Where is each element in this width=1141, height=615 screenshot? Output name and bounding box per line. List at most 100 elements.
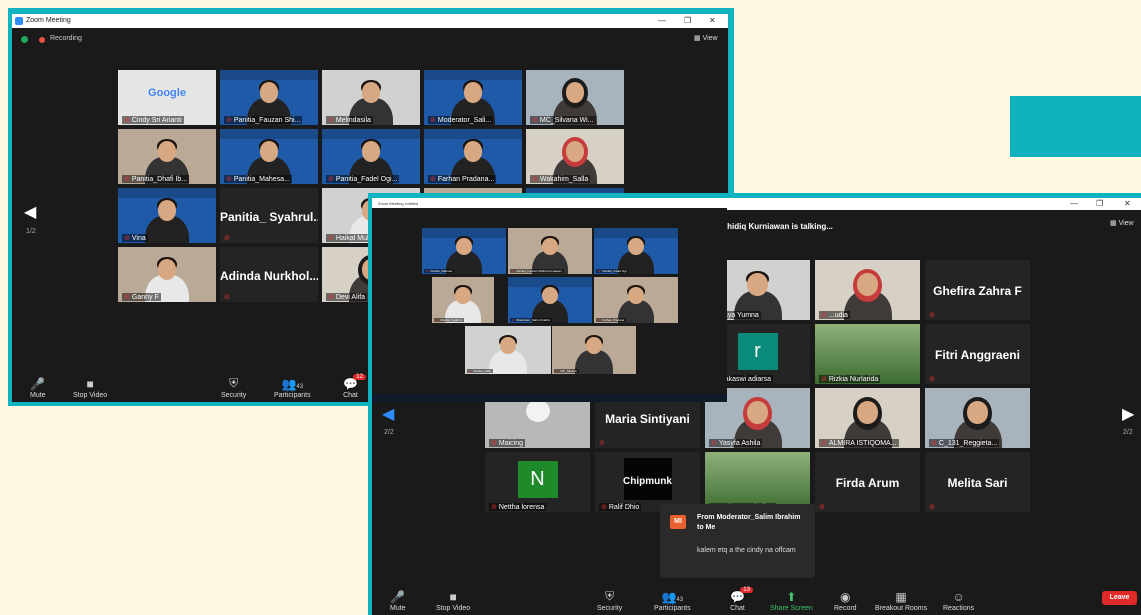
video-tile[interactable]: ⊘ Farhan Pradana... [424, 129, 522, 184]
video-tile[interactable]: ⊘Panitia_hilda [465, 326, 551, 374]
video-tile[interactable]: ⊘ Panitia_Mahesa... [220, 129, 318, 184]
muted-mic-icon: ⊘ [328, 117, 334, 124]
minimize-button[interactable]: — [1070, 198, 1078, 211]
video-feed [508, 228, 592, 274]
chat-button[interactable]: 💬 12 Chat [343, 374, 366, 399]
video-tile[interactable]: Panitia_ Syahrul... ⊘ [220, 188, 318, 243]
video-tile[interactable]: ⊘ Panitia_Dhafi Ib... [118, 129, 216, 184]
maximize-button[interactable]: ❐ [684, 14, 691, 28]
teal-decoration [1010, 96, 1141, 157]
participant-name-text: Panitia_Fadel Ogi... [335, 176, 398, 183]
video-tile[interactable]: ⊘ Moderator_Salim Ibrahim [508, 277, 592, 323]
share-screen-button[interactable]: ⬆ Share Screen [770, 590, 813, 612]
video-tile[interactable]: Adinda Nurkhol... ⊘ [220, 247, 318, 302]
page-indicator: 1/2 [26, 228, 36, 235]
previous-page-arrow[interactable]: ◀ [24, 202, 36, 222]
close-button[interactable]: ✕ [1124, 198, 1131, 211]
participant-name: ⊘ Maicing [489, 439, 525, 447]
face-shape [259, 82, 279, 103]
minimize-button[interactable]: — [658, 14, 666, 28]
participant-name-text: Moderator_Sali... [437, 117, 492, 124]
stop-video-button[interactable]: ■ Stop Video [436, 590, 470, 612]
participants-button[interactable]: 👥43 Participants [654, 590, 691, 612]
video-tile[interactable]: ⊘ Rizkia Nurlarida [815, 324, 920, 384]
video-feed [594, 277, 678, 323]
video-tile[interactable]: ⊘ Panitia_Fadel Ogi [594, 228, 678, 274]
video-tile[interactable]: ⊘ ...udia [815, 260, 920, 320]
breakout-rooms-button[interactable]: ▦ Breakout Rooms [875, 590, 927, 612]
video-tile[interactable]: ⊘ MC_Silvana [552, 326, 636, 374]
chat-popup[interactable]: MI From Moderator_Salim Ibrahim to Me ka… [660, 504, 815, 578]
muted-mic-icon: ⊘ [512, 269, 515, 273]
view-button[interactable]: ▦ View [694, 34, 718, 42]
participant-name: ⊘ Rizkia Nurlarida [819, 375, 881, 383]
participants-icon: 👥43 [281, 377, 304, 391]
video-tile[interactable]: N ⊘ Nettha lorensa [485, 452, 590, 512]
participants-button[interactable]: 👥43 Participants [274, 377, 311, 399]
video-tile[interactable]: ⊘ Panitia_Fauzan Shidiq Kurniawan [508, 228, 592, 274]
muted-mic-icon: ⊘ [124, 117, 130, 124]
record-button[interactable]: ◉ Record [834, 590, 857, 612]
video-tile[interactable]: Firda Arum ⊘ [815, 452, 920, 512]
virtual-background-banner [424, 70, 522, 80]
video-tile[interactable]: ⊘ Vina [118, 188, 216, 243]
video-tile[interactable]: ⊘ Panitia_Fauzan Shi... [220, 70, 318, 125]
face-shape [157, 141, 177, 162]
video-camera-icon: ■ [86, 377, 94, 391]
participant-name-text: ALMIRA ISTIQOMA... [828, 440, 897, 447]
participant-name-text: Panitia_Fauzan Shi... [233, 117, 301, 124]
participant-name: ⊘ C_131_Reggieta... [929, 439, 1000, 447]
security-button[interactable]: ⛨ Security [597, 589, 622, 612]
participant-name: ⊘ Panitia_Fadel Ogi... [326, 175, 400, 183]
video-tile[interactable]: ⊘ Farhan Pradana [594, 277, 678, 323]
video-feed [508, 277, 592, 323]
next-page-arrow[interactable]: ▶ [1122, 404, 1134, 424]
video-tile[interactable]: Google ⊘ Cindy Sri Arianti [118, 70, 216, 125]
security-button[interactable]: ⛨ Security [221, 376, 246, 399]
stop-video-button[interactable]: ■ Stop Video [73, 377, 107, 399]
previous-page-arrow[interactable]: ◀ [382, 404, 394, 424]
virtual-background-banner [118, 188, 216, 198]
maximize-button[interactable]: ❐ [1096, 198, 1103, 211]
video-tile[interactable]: ⊘ Moderator_Sali... [424, 70, 522, 125]
participant-name: ⊘ Panitia_Fauzan Shi... [224, 116, 303, 124]
video-tile[interactable]: ⊘Muhammad Dik... [705, 452, 810, 512]
face-shape [259, 141, 279, 162]
participant-name-text: Vina [131, 235, 146, 242]
zoom-logo-icon [15, 17, 23, 25]
page-indicator-right: 2/2 [1123, 429, 1133, 436]
muted-mic-icon: ⊘ [469, 369, 472, 373]
video-tile[interactable]: ⊘ Panitia_Mahesa [422, 228, 506, 274]
close-button[interactable]: ✕ [709, 14, 716, 28]
video-tile[interactable]: ⊘ Melindasila [322, 70, 420, 125]
view-button[interactable]: ▦ View [1110, 219, 1134, 227]
participant-name: ⊘Panitia_hilda [467, 369, 493, 373]
video-tile[interactable]: Fitri Anggraeni ⊘ [925, 324, 1030, 384]
mute-button[interactable]: 🎤 Mute [390, 590, 406, 612]
video-tile[interactable]: Melita Sari ⊘ [925, 452, 1030, 512]
video-tile[interactable]: ⊘ ALMIRA ISTIQOMA... [815, 388, 920, 448]
reactions-button[interactable]: ☺ Reactions [943, 590, 974, 612]
participant-name-text: Maicing [498, 440, 523, 447]
video-tile[interactable]: ⊘ MC_Silvana Wi... [526, 70, 624, 125]
muted-mic-icon: ⊘ [430, 117, 436, 124]
video-tile[interactable]: ⊘ C_131_Reggieta... [925, 388, 1030, 448]
letter-avatar: N [517, 461, 558, 499]
muted-mic-icon: ⊘ [821, 376, 827, 383]
participant-name-text: Yasyfa Ashila [718, 440, 761, 447]
video-tile[interactable]: ⊘ Panitia_Syahrul [432, 277, 494, 323]
video-tile[interactable]: Ghefira Zahra F ⊘ [925, 260, 1030, 320]
video-tile[interactable]: ⊘ Panitia_Fadel Ogi... [322, 129, 420, 184]
video-tile[interactable]: Chipmunk ⊘ Ralif Dhio [595, 452, 700, 512]
chat-button[interactable]: 💬 13 Chat [730, 587, 753, 612]
video-tile[interactable]: ⊘ Wakahim_Salla [526, 129, 624, 184]
video-feed [432, 277, 494, 323]
mute-button[interactable]: 🎤 Mute [30, 377, 46, 399]
google-logo: Google [148, 86, 186, 99]
recording-icon [39, 37, 45, 43]
participant-name: ⊘ Farhan Pradana [596, 318, 627, 322]
leave-button[interactable]: Leave [1102, 591, 1137, 605]
video-tile[interactable]: ⊘ Ganny F [118, 247, 216, 302]
letter-avatar: r [737, 333, 778, 371]
muted-mic-icon: ⊘ [819, 504, 825, 511]
